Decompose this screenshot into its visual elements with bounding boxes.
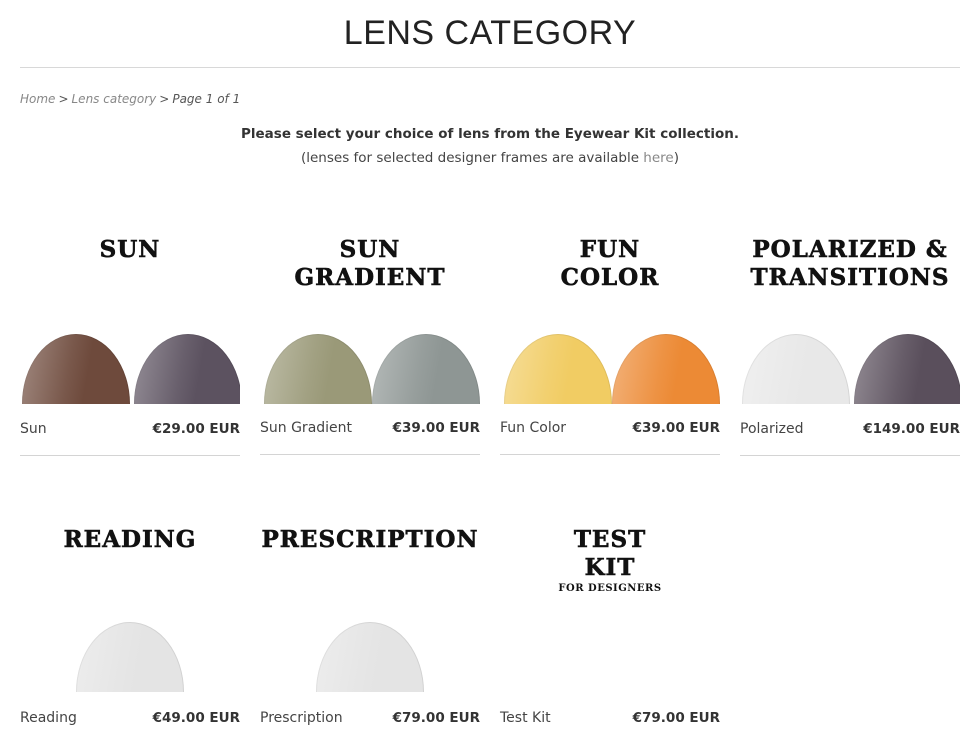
breadcrumb-current-page: Page 1 of 1 xyxy=(172,92,241,106)
breadcrumb-separator: > xyxy=(159,92,170,106)
category-price: €149.00 EUR xyxy=(863,421,960,437)
lens-swatch xyxy=(854,334,960,404)
category-price: €49.00 EUR xyxy=(152,710,240,726)
category-price: €39.00 EUR xyxy=(392,420,480,436)
category-heading: SUN xyxy=(99,236,161,264)
lens-images xyxy=(500,334,720,404)
lens-images xyxy=(740,334,960,404)
card-divider xyxy=(260,454,480,455)
lens-swatch xyxy=(612,334,720,404)
designer-frames-link[interactable]: here xyxy=(643,150,673,166)
lens-swatch xyxy=(264,334,372,404)
category-name: Reading xyxy=(20,710,77,726)
intro-note-text: (lenses for selected designer frames are… xyxy=(300,150,644,166)
page-title: LENS CATEGORY xyxy=(343,14,637,52)
category-card-prescription[interactable]: PRESCRIPTION Prescription €79.00 EUR xyxy=(260,526,480,736)
breadcrumb-category-link[interactable]: Lens category xyxy=(72,92,157,106)
category-price: €79.00 EUR xyxy=(632,710,720,726)
lens-swatch xyxy=(22,334,130,404)
intro-note-close: ) xyxy=(673,150,679,166)
category-subheading: FOR DESIGNERS xyxy=(558,583,662,594)
lens-swatch xyxy=(316,622,424,692)
category-price: €79.00 EUR xyxy=(392,710,480,726)
category-name: Sun Gradient xyxy=(260,420,353,436)
category-heading: TEST KIT xyxy=(573,526,647,582)
lens-swatch xyxy=(76,622,184,692)
category-heading: FUN COLOR xyxy=(560,236,660,292)
category-name: Fun Color xyxy=(500,420,567,436)
category-price: €39.00 EUR xyxy=(632,420,720,436)
category-heading: READING xyxy=(63,526,197,554)
breadcrumb-separator: > xyxy=(58,92,69,106)
category-price: €29.00 EUR xyxy=(152,421,240,437)
breadcrumb: Home > Lens category > Page 1 of 1 xyxy=(20,92,240,106)
category-card-sun[interactable]: SUN Sun €29.00 EUR xyxy=(20,236,240,458)
category-heading: SUN GRADIENT xyxy=(294,236,446,292)
category-name: Polarized xyxy=(740,421,804,437)
lens-swatch xyxy=(134,334,240,404)
category-heading: PRESCRIPTION xyxy=(261,526,479,554)
title-divider xyxy=(20,67,960,68)
lens-swatch xyxy=(504,334,612,404)
lens-images xyxy=(260,334,480,404)
category-card-reading[interactable]: READING Reading €49.00 EUR xyxy=(20,526,240,736)
category-card-sun-gradient[interactable]: SUN GRADIENT Sun Gradient €39.00 EUR xyxy=(260,236,480,458)
category-card-polarized[interactable]: POLARIZED & TRANSITIONS Polarized €149.00… xyxy=(740,236,960,458)
category-name: Prescription xyxy=(260,710,343,726)
category-heading: POLARIZED & TRANSITIONS xyxy=(750,236,950,292)
lens-swatch xyxy=(372,334,480,404)
category-name: Sun xyxy=(20,421,47,437)
card-divider xyxy=(500,454,720,455)
card-divider xyxy=(740,455,960,456)
intro-note: (lenses for selected designer frames are… xyxy=(0,150,980,166)
intro-text: Please select your choice of lens from t… xyxy=(241,126,739,142)
category-name: Test Kit xyxy=(500,710,551,726)
lens-images xyxy=(260,622,480,692)
category-card-fun-color[interactable]: FUN COLOR Fun Color €39.00 EUR xyxy=(500,236,720,458)
lens-images xyxy=(20,334,240,404)
breadcrumb-home-link[interactable]: Home xyxy=(20,92,55,106)
card-divider xyxy=(20,455,240,456)
lens-images xyxy=(20,622,240,692)
category-card-test-kit[interactable]: TEST KIT FOR DESIGNERS Test Kit €79.00 EU… xyxy=(500,526,720,736)
lens-swatch xyxy=(742,334,850,404)
